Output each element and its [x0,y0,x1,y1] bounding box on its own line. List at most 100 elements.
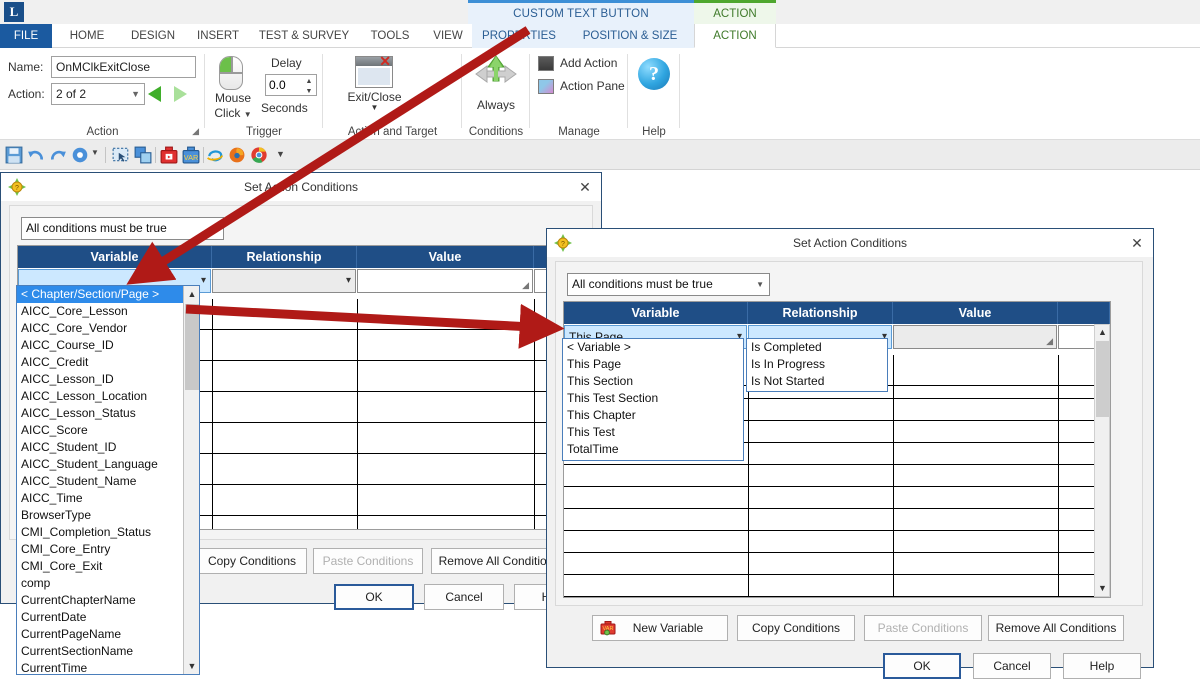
cancel-button-left[interactable]: Cancel [424,584,504,610]
dropdown-item[interactable]: This Test [563,424,743,441]
chevron-down-icon[interactable]: ▼ [323,103,426,112]
table-row[interactable] [564,487,1110,509]
exit-close-icon[interactable]: ✕ [355,54,393,88]
ok-button-left[interactable]: OK [334,584,414,610]
dropdown-item[interactable]: AICC_Lesson_Location [17,388,199,405]
scroll-down-icon[interactable]: ▼ [1095,581,1110,596]
dropdown-item[interactable]: AICC_Lesson_ID [17,371,199,388]
add-action-label[interactable]: Add Action [560,56,617,70]
dropdown-item[interactable]: CMI_Completion_Status [17,524,199,541]
scroll-up-icon[interactable]: ▲ [1095,325,1110,340]
value-cell-left[interactable]: ◢ [357,269,533,293]
select-icon[interactable] [112,146,130,164]
variable-dropdown-list-right[interactable]: < Variable > This Page This Section This… [562,338,744,461]
action-pane-label[interactable]: Action Pane [560,79,625,93]
add-action-icon[interactable] [538,56,554,71]
tab-tools[interactable]: TOOLS [362,24,418,48]
dropdown-item[interactable]: CurrentTime [17,660,199,674]
tab-test-survey[interactable]: TEST & SURVEY [252,24,356,48]
tab-design[interactable]: DESIGN [122,24,184,48]
copy-conditions-button-right[interactable]: Copy Conditions [737,615,855,641]
table-row[interactable] [564,553,1110,575]
dropdown-item[interactable]: CurrentPageName [17,626,199,643]
grid-scrollbar-right[interactable]: ▲ ▼ [1094,324,1110,597]
condition-mode-combo-right[interactable]: All conditions must be true ▼ [567,273,770,296]
dropdown-item[interactable]: comp [17,575,199,592]
mouse-trigger-label-line2[interactable]: Click ▼ [205,106,261,120]
dropdown-item[interactable]: BrowserType [17,507,199,524]
column-header-value[interactable]: Value [893,302,1058,324]
action-pane-icon[interactable] [538,79,554,94]
column-header-relationship[interactable]: Relationship [212,246,357,268]
column-header-value[interactable]: Value [357,246,534,268]
dropdown-item[interactable]: TotalTime [563,441,743,458]
new-variable-button-right[interactable]: VAR New Variable [592,615,728,641]
tab-home[interactable]: HOME [58,24,116,48]
action-name-input[interactable] [51,56,196,78]
table-row[interactable] [564,531,1110,553]
action-index-combo[interactable]: 2 of 2 ▼ [51,83,145,105]
dropdown-item[interactable]: AICC_Student_ID [17,439,199,456]
tab-action[interactable]: ACTION [694,24,776,48]
dropdown-item[interactable]: This Section [563,373,743,390]
variables-icon[interactable]: VAR [182,146,200,164]
dropdown-item[interactable]: CurrentChapterName [17,592,199,609]
dropdown-item[interactable]: < Chapter/Section/Page > [17,286,199,303]
dropdown-item[interactable]: AICC_Time [17,490,199,507]
remove-all-conditions-button-right[interactable]: Remove All Conditions [988,615,1124,641]
value-expand-icon[interactable]: ◢ [1046,336,1053,347]
dropdown-item[interactable]: This Chapter [563,407,743,424]
dropdown-item[interactable]: AU: A001 [563,458,743,460]
scroll-up-icon[interactable]: ▲ [184,286,199,302]
publish-icon[interactable] [160,146,178,164]
qat-dropdown-icon[interactable]: ▼ [91,148,99,157]
save-icon[interactable] [5,146,23,164]
copy-conditions-button-left[interactable]: Copy Conditions [197,548,307,574]
dropdown-item[interactable]: AICC_Student_Language [17,456,199,473]
variable-dropdown-list-left[interactable]: < Chapter/Section/Page > AICC_Core_Lesso… [16,285,200,675]
preferences-icon[interactable] [71,146,89,164]
scroll-down-icon[interactable]: ▼ [184,658,199,674]
tab-position-size[interactable]: POSITION & SIZE [566,24,694,48]
dropdown-item[interactable]: Is Not Started [747,373,887,390]
dropdown-item[interactable]: This Test Section [563,390,743,407]
dropdown-item[interactable]: AICC_Lesson_Status [17,405,199,422]
always-condition-icon[interactable] [474,54,518,94]
table-row[interactable] [564,465,1110,487]
tab-properties[interactable]: PROPERTIES [472,24,566,48]
tab-view[interactable]: VIEW [424,24,472,48]
chrome-preview-icon[interactable] [250,146,268,164]
condition-mode-combo-left[interactable]: All conditions must be true ▼ [21,217,224,240]
dropdown-item[interactable]: CurrentDate [17,609,199,626]
value-cell-right[interactable]: ◢ [893,325,1057,349]
dropdown-item[interactable]: This Page [563,356,743,373]
help-icon[interactable]: ? [638,58,670,90]
tab-file[interactable]: FILE [0,24,52,48]
dropdown-scrollbar-left[interactable]: ▲ ▼ [183,286,199,674]
undo-icon[interactable] [27,146,45,164]
action-dialog-launcher-icon[interactable]: ◢ [192,126,199,137]
dropdown-item[interactable]: AICC_Course_ID [17,337,199,354]
column-header-variable[interactable]: Variable [18,246,212,268]
relationship-dropdown-list-right[interactable]: Is Completed Is In Progress Is Not Start… [746,338,888,392]
dropdown-item[interactable]: < Variable > [563,339,743,356]
cancel-button-right[interactable]: Cancel [973,653,1051,679]
help-button-right[interactable]: Help [1063,653,1141,679]
close-icon[interactable]: ✕ [1127,234,1147,252]
dropdown-item[interactable]: AICC_Credit [17,354,199,371]
ok-button-right[interactable]: OK [883,653,961,679]
column-header-variable[interactable]: Variable [564,302,748,324]
scrollbar-thumb[interactable] [1096,341,1109,417]
dropdown-item[interactable]: AICC_Student_Name [17,473,199,490]
relationship-cell-combo-left[interactable]: ▾ [212,269,356,293]
column-header-relationship[interactable]: Relationship [748,302,893,324]
tab-insert[interactable]: INSERT [190,24,246,48]
dropdown-item[interactable]: AICC_Core_Lesson [17,303,199,320]
spinner-arrows-icon[interactable]: ▲ ▼ [304,76,314,96]
dropdown-item[interactable]: CurrentSectionName [17,643,199,660]
arrange-icon[interactable] [134,146,152,164]
firefox-preview-icon[interactable] [228,146,246,164]
table-row[interactable] [564,575,1110,597]
dropdown-item[interactable]: CMI_Core_Exit [17,558,199,575]
close-icon[interactable]: ✕ [575,178,595,196]
